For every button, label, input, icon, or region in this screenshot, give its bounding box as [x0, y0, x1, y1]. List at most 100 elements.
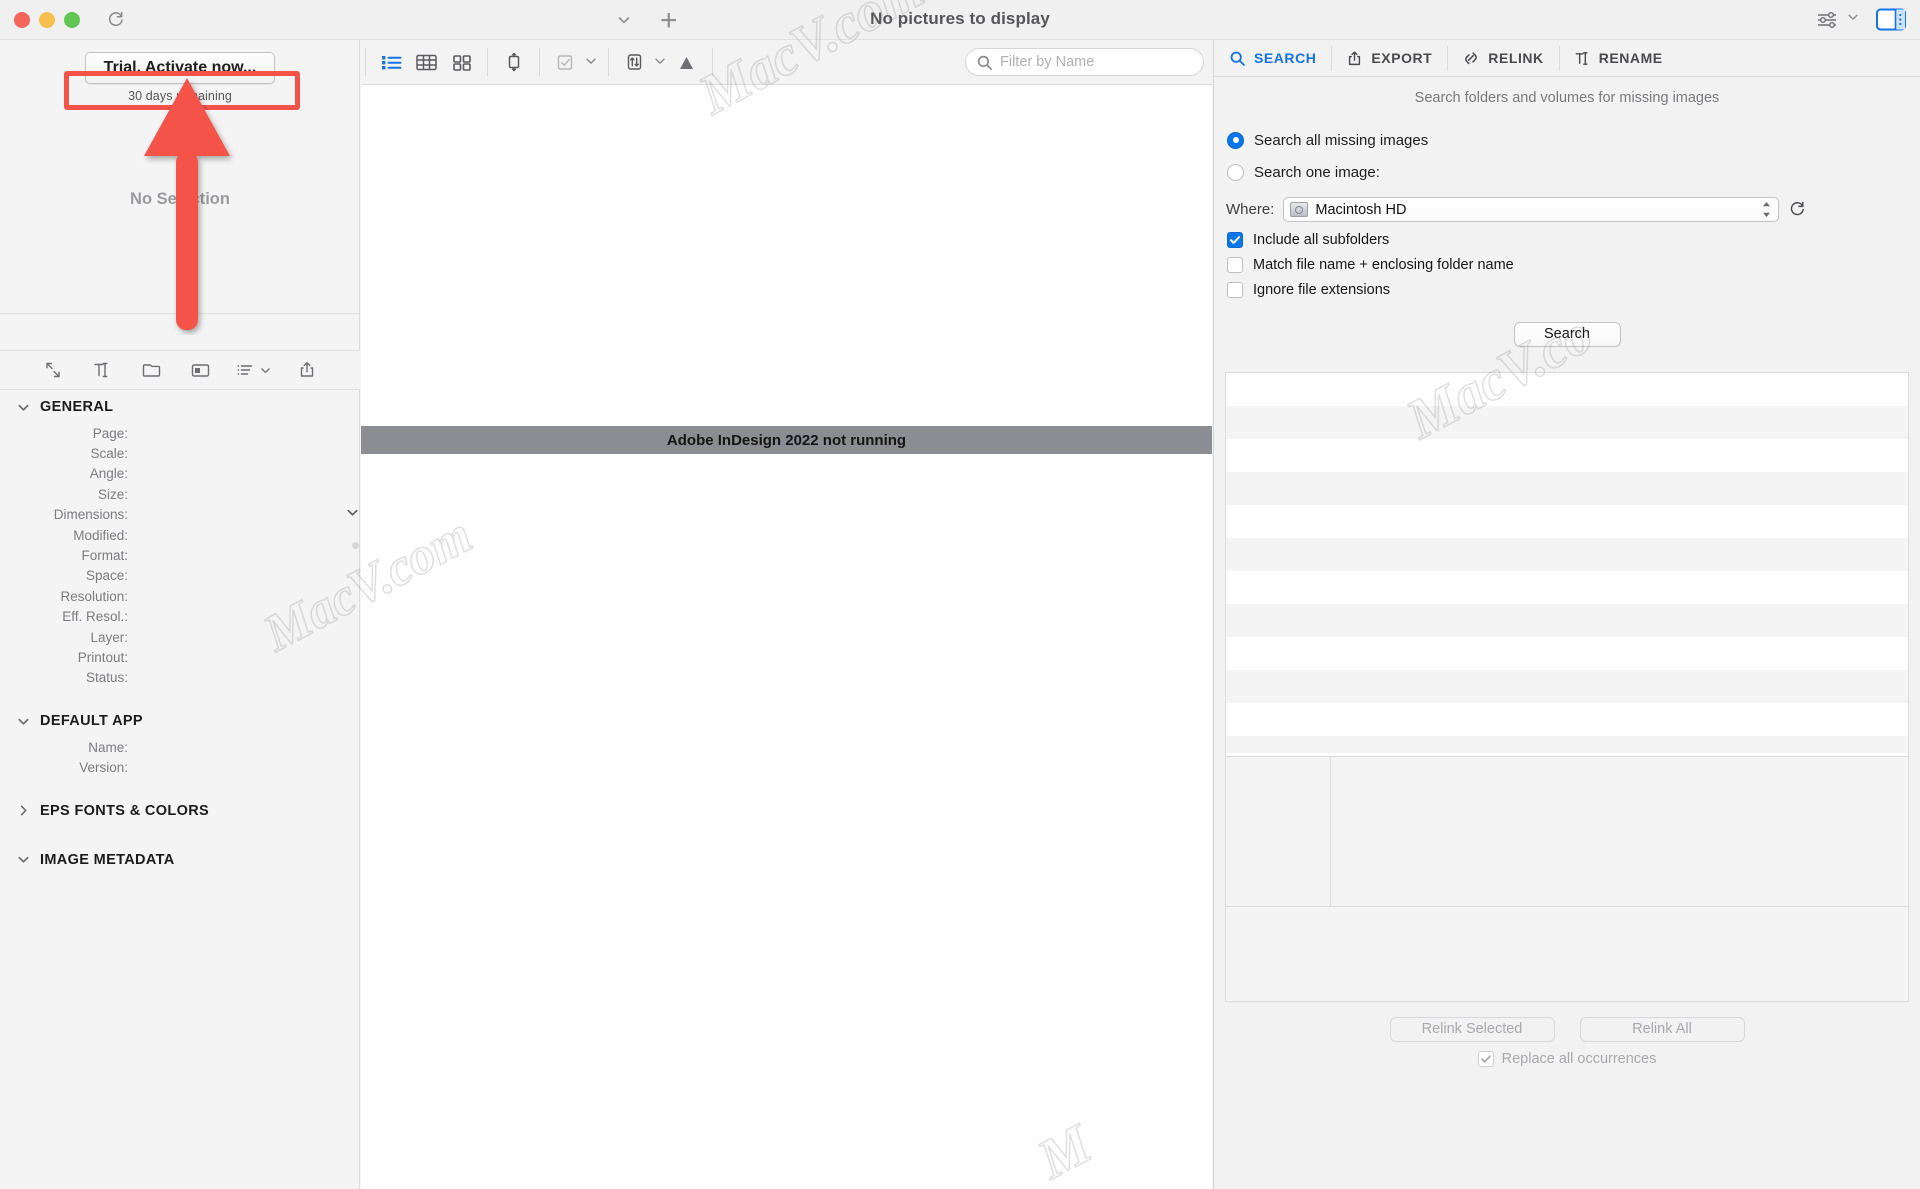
- refresh-icon[interactable]: [1788, 200, 1807, 219]
- checkbox-icon[interactable]: [1477, 1051, 1494, 1067]
- list-item[interactable]: [1226, 439, 1908, 472]
- metadata-label: Name:: [88, 739, 128, 755]
- section-header-image-metadata[interactable]: IMAGE METADATA: [0, 843, 360, 876]
- radio-icon[interactable]: [1227, 131, 1244, 149]
- right-panel-toggle-icon[interactable]: [1876, 8, 1906, 31]
- search-icon: [977, 55, 993, 70]
- filter-input-placeholder[interactable]: Filter by Name: [1000, 54, 1094, 70]
- where-label: Where:: [1226, 201, 1275, 218]
- tab-rename[interactable]: RENAME: [1558, 40, 1678, 77]
- chevron-down-icon[interactable]: [320, 505, 360, 525]
- checkbox-label: Replace all occurrences: [1501, 1051, 1657, 1067]
- list-item[interactable]: [1226, 736, 1908, 753]
- where-row: Where: Macintosh HD: [1214, 188, 1920, 227]
- checkbox-include-subfolders[interactable]: Include all subfolders: [1214, 227, 1920, 252]
- hard-drive-icon: [1290, 202, 1309, 217]
- tab-export[interactable]: EXPORT: [1331, 40, 1447, 77]
- inspector-toolbar: [0, 351, 360, 390]
- folder-icon[interactable]: [127, 351, 176, 390]
- chevron-down-icon[interactable]: [16, 714, 31, 729]
- section-header-eps-fonts-colors[interactable]: EPS FONTS & COLORS: [0, 794, 360, 827]
- detail-info-cell: [1331, 757, 1908, 906]
- text-tool-icon[interactable]: [78, 351, 127, 390]
- stepper-arrows-icon[interactable]: [1762, 201, 1771, 218]
- metadata-row: Printout:: [0, 647, 360, 667]
- share-icon[interactable]: [283, 351, 332, 390]
- radio-search-one-image[interactable]: Search one image:: [1224, 156, 1920, 188]
- sort-updown-icon[interactable]: [617, 40, 652, 85]
- checkbox-filter-icon[interactable]: [548, 40, 583, 85]
- chevron-right-icon[interactable]: [16, 803, 31, 818]
- metadata-label: Dimensions:: [53, 507, 128, 523]
- chevron-down-icon[interactable]: [1846, 10, 1860, 29]
- where-selected-value: Macintosh HD: [1315, 201, 1407, 218]
- metadata-row: Layer:: [0, 627, 360, 647]
- view-grid-icon[interactable]: [444, 40, 479, 85]
- chevron-down-icon[interactable]: [653, 54, 667, 71]
- section-header-general[interactable]: GENERAL: [0, 390, 360, 423]
- list-item[interactable]: [1226, 373, 1908, 406]
- list-item[interactable]: [1226, 538, 1908, 571]
- radio-icon[interactable]: [1227, 163, 1244, 181]
- relink-all-button[interactable]: Relink All: [1579, 1017, 1745, 1042]
- tab-search[interactable]: SEARCH: [1214, 40, 1331, 77]
- chevron-down-icon[interactable]: [16, 400, 31, 415]
- tab-label: RENAME: [1598, 50, 1663, 66]
- where-volume-select[interactable]: Macintosh HD: [1283, 197, 1780, 222]
- view-list-icon[interactable]: [374, 40, 409, 85]
- metadata-label: Page:: [92, 425, 128, 441]
- metadata-row: Angle:: [0, 464, 360, 484]
- title-bar-right-controls: [1816, 8, 1906, 31]
- center-content-area: Adobe InDesign 2022 not running: [352, 85, 1212, 1189]
- list-item[interactable]: [1226, 637, 1908, 670]
- list-item[interactable]: [1226, 505, 1908, 538]
- list-item[interactable]: [1226, 472, 1908, 505]
- checkbox-icon[interactable]: [1227, 231, 1243, 248]
- radio-search-all-missing[interactable]: Search all missing images: [1224, 124, 1920, 156]
- metadata-label: Printout:: [77, 649, 128, 665]
- text-cursor-icon: [1575, 51, 1588, 65]
- list-item[interactable]: [1226, 670, 1908, 703]
- metadata-row: Eff. Resol.:: [0, 607, 360, 627]
- window-title: No pictures to display: [870, 9, 1050, 28]
- metadata-label: Status:: [85, 670, 128, 686]
- relink-buttons-row: Relink Selected Relink All: [1214, 1002, 1920, 1042]
- tab-label: EXPORT: [1371, 50, 1433, 66]
- split-handle[interactable]: [352, 542, 359, 549]
- search-results-list[interactable]: [1225, 372, 1909, 757]
- warning-triangle-icon[interactable]: [669, 40, 704, 85]
- metadata-row: Space:: [0, 566, 360, 586]
- preview-icon[interactable]: [176, 351, 225, 390]
- filter-by-name-field[interactable]: Filter by Name: [965, 48, 1204, 76]
- sliders-icon[interactable]: [1816, 10, 1860, 30]
- list-item[interactable]: [1226, 604, 1908, 637]
- metadata-row: Name:: [0, 737, 360, 757]
- inspector-sections: GENERAL Page: Scale: Angle: Size: Dimensions:…: [0, 390, 360, 876]
- chevron-down-icon[interactable]: [16, 852, 31, 867]
- metadata-label: Angle:: [89, 466, 128, 482]
- view-table-icon[interactable]: [409, 40, 444, 85]
- replace-all-occurrences-row[interactable]: Replace all occurrences: [1214, 1042, 1920, 1067]
- list-item[interactable]: [1226, 406, 1908, 439]
- chevron-down-icon[interactable]: [584, 54, 598, 71]
- list-item[interactable]: [1226, 571, 1908, 604]
- list-item[interactable]: [1226, 703, 1908, 736]
- expand-arrows-icon[interactable]: [29, 351, 78, 390]
- metadata-label: Size:: [97, 486, 128, 502]
- sort-group: [617, 40, 704, 85]
- checkbox-ignore-file-extensions[interactable]: Ignore file extensions: [1214, 277, 1920, 302]
- metadata-row: Size:: [0, 484, 360, 504]
- checkbox-label: Match file name + enclosing folder name: [1253, 256, 1514, 273]
- metadata-label: Layer:: [90, 629, 128, 645]
- checkbox-icon[interactable]: [1227, 256, 1243, 273]
- result-detail-box: [1225, 757, 1909, 907]
- checkbox-icon[interactable]: [1227, 281, 1243, 298]
- page-fit-icon[interactable]: [496, 40, 531, 85]
- search-button[interactable]: Search: [1513, 322, 1621, 347]
- checkbox-match-filename-folder[interactable]: Match file name + enclosing folder name: [1214, 252, 1920, 277]
- tab-relink[interactable]: RELINK: [1447, 40, 1558, 77]
- relink-selected-button[interactable]: Relink Selected: [1389, 1017, 1555, 1042]
- list-options-icon[interactable]: [225, 351, 283, 390]
- section-header-default-app[interactable]: DEFAULT APP: [0, 704, 360, 737]
- detail-thumbnail-cell: [1226, 757, 1331, 906]
